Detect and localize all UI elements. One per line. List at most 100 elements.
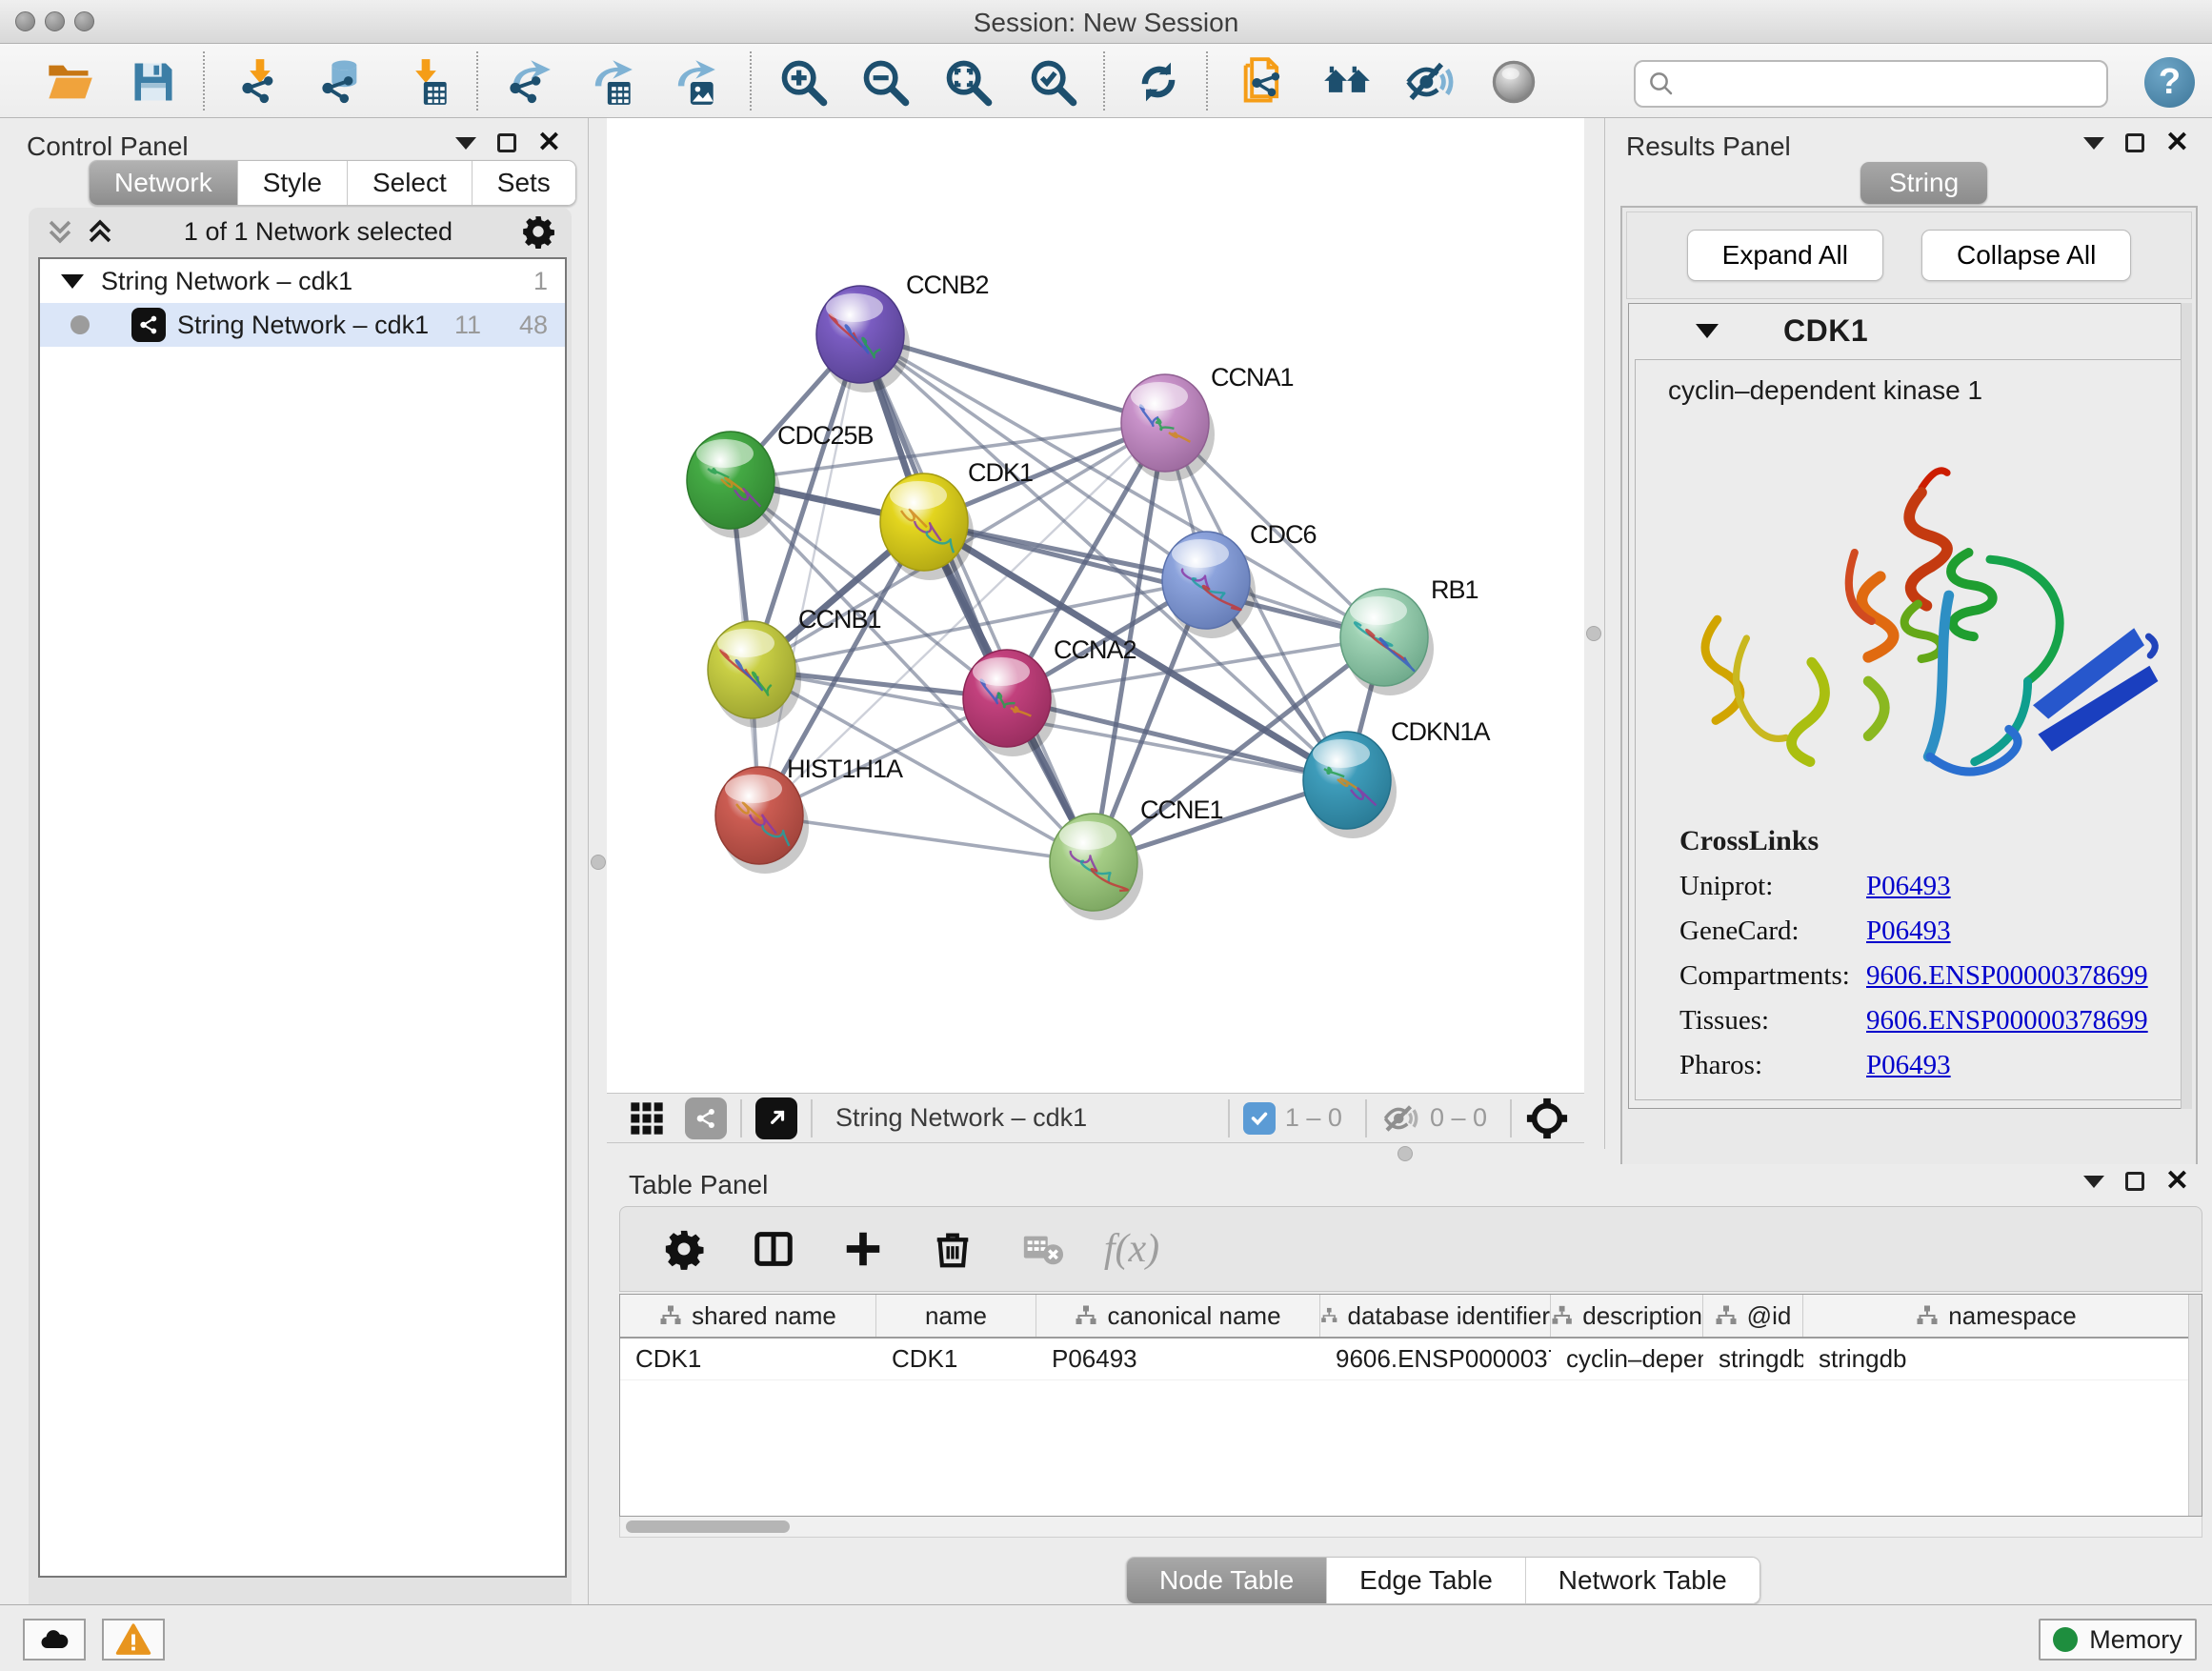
results-scrollbar[interactable] [2181, 303, 2192, 1109]
search-box[interactable] [1634, 60, 2108, 108]
column-header-shared-name[interactable]: shared name [620, 1295, 876, 1337]
column-header-database-identifier[interactable]: database identifier [1320, 1295, 1551, 1337]
tab-select[interactable]: Select [348, 161, 473, 205]
import-database-icon[interactable] [312, 54, 368, 110]
delete-rows-icon[interactable] [927, 1223, 978, 1275]
export-table-icon[interactable] [582, 54, 637, 110]
tab-network-table[interactable]: Network Table [1526, 1558, 1760, 1603]
share-document-icon[interactable] [1235, 54, 1290, 110]
node-HIST1H1A[interactable]: HIST1H1A [715, 755, 903, 874]
node-CCNB1[interactable]: CCNB1 [708, 605, 881, 728]
split-columns-icon[interactable] [748, 1223, 799, 1275]
help-icon[interactable]: ? [2144, 57, 2195, 108]
network-home-icon[interactable] [1319, 54, 1375, 110]
tab-node-table[interactable]: Node Table [1127, 1558, 1327, 1603]
panel-close-icon[interactable]: ✕ [2165, 133, 2189, 152]
collapse-all-icon[interactable] [44, 215, 76, 248]
table-gear-icon[interactable] [658, 1223, 710, 1275]
panel-float-icon[interactable] [2125, 133, 2144, 152]
network-options-gear-icon[interactable] [520, 213, 556, 250]
tab-style[interactable]: Style [238, 161, 348, 205]
birdseye-grid-icon[interactable] [628, 1099, 666, 1137]
zoom-in-icon[interactable] [775, 54, 831, 110]
table-vertical-scrollbar[interactable] [2188, 1295, 2202, 1516]
collapse-section-icon[interactable] [1696, 324, 1719, 338]
table-tabs: Node TableEdge TableNetwork Table [1126, 1557, 1760, 1604]
column-header-canonical-name[interactable]: canonical name [1036, 1295, 1320, 1337]
warning-status-button[interactable] [102, 1619, 165, 1661]
tab-sets[interactable]: Sets [473, 161, 575, 205]
node-label-CCNA2: CCNA2 [1054, 635, 1136, 664]
export-network-icon[interactable] [500, 54, 555, 110]
column-header-description[interactable]: description [1551, 1295, 1703, 1337]
control-panel: Control Panel ✕ NetworkStyleSelectSets 1… [0, 118, 589, 1604]
panel-float-icon[interactable] [2125, 1172, 2144, 1191]
refresh-icon[interactable] [1131, 54, 1186, 110]
table-horizontal-scrollbar[interactable] [619, 1517, 2202, 1538]
horizontal-splitter-handle[interactable] [1398, 1146, 1413, 1161]
panel-close-icon[interactable]: ✕ [537, 133, 561, 152]
import-network-icon[interactable] [232, 54, 288, 110]
tab-edge-table[interactable]: Edge Table [1327, 1558, 1526, 1603]
fit-selected-crosshair-icon[interactable] [1525, 1097, 1569, 1140]
gray-orb-icon[interactable] [1486, 54, 1541, 110]
tab-network[interactable]: Network [90, 161, 238, 205]
search-input[interactable] [1685, 69, 2106, 100]
zoom-out-icon[interactable] [857, 54, 913, 110]
table-row[interactable]: CDK1CDK1P064939606.ENSP00000378699cyclin… [620, 1339, 2202, 1380]
panel-minimize-icon[interactable] [455, 137, 476, 150]
panel-close-icon[interactable]: ✕ [2165, 1172, 2189, 1191]
network-collection-row[interactable]: String Network – cdk1 1 [40, 259, 565, 303]
string-style-icon[interactable] [685, 1097, 727, 1139]
expand-all-button[interactable]: Expand All [1687, 230, 1883, 281]
network-selection-status: 1 of 1 Network selected [116, 217, 520, 247]
crosslink-link[interactable]: P06493 [1866, 1050, 1951, 1080]
node-CDC6[interactable]: CDC6 [1162, 520, 1317, 638]
hide-unhide-icon[interactable] [1401, 54, 1457, 110]
save-session-icon[interactable] [126, 54, 181, 110]
crosslink-link[interactable]: P06493 [1866, 916, 1951, 946]
node-CCNE1[interactable]: CCNE1 [1050, 795, 1223, 920]
crosslink-link[interactable]: P06493 [1866, 871, 1951, 901]
import-table-icon[interactable] [398, 54, 453, 110]
network-row-selected[interactable]: String Network – cdk1 11 48 [40, 303, 565, 347]
selected-checkbox-icon[interactable] [1243, 1102, 1276, 1135]
column-header-namespace[interactable]: namespace [1803, 1295, 2190, 1337]
hidden-counts: 0 – 0 [1430, 1103, 1487, 1133]
hidden-eye-icon[interactable] [1380, 1098, 1420, 1138]
panel-minimize-icon[interactable] [2083, 1176, 2104, 1188]
zoom-selected-icon[interactable] [1025, 54, 1080, 110]
protein-section: CDK1 cyclin–dependent kinase 1 [1628, 303, 2190, 1109]
right-splitter-handle[interactable] [1586, 626, 1601, 641]
tab-string[interactable]: String [1860, 162, 1987, 204]
add-column-icon[interactable] [837, 1223, 889, 1275]
column-header-name[interactable]: name [876, 1295, 1036, 1337]
node-CDK1[interactable]: CDK1 [880, 458, 1033, 580]
node-CDKN1A[interactable]: CDKN1A [1303, 717, 1491, 838]
network-canvas[interactable]: CCNB2CCNA1CDC25BCDK1CDC6RB1CCNB1CCNA2CDK… [607, 118, 1584, 1093]
memory-button[interactable]: Memory [2039, 1619, 2197, 1661]
cloud-status-button[interactable] [23, 1619, 86, 1661]
collapse-all-button[interactable]: Collapse All [1921, 230, 2131, 281]
collapse-network-icon[interactable] [61, 274, 84, 289]
node-RB1[interactable]: RB1 [1340, 575, 1478, 695]
network-view-toolbar: String Network – cdk1 1 – 0 0 – 0 [607, 1093, 1584, 1143]
zoom-fit-icon[interactable] [940, 54, 995, 110]
panel-float-icon[interactable] [497, 133, 516, 152]
table-panel: Table Panel ✕ f(x) shared namenamecanoni… [589, 1164, 2212, 1604]
node-CCNA2[interactable]: CCNA2 [963, 635, 1136, 756]
open-file-icon[interactable] [42, 54, 97, 110]
network-count: 1 [533, 267, 548, 296]
crosslink-link[interactable]: 9606.ENSP00000378699 [1866, 960, 2148, 991]
table-cell: cyclin–dependent ... [1551, 1339, 1703, 1379]
panel-minimize-icon[interactable] [2083, 137, 2104, 150]
expand-all-icon[interactable] [84, 215, 116, 248]
crosslink-link[interactable]: 9606.ENSP00000378699 [1866, 1005, 2148, 1036]
column-header--id[interactable]: @id [1703, 1295, 1803, 1337]
node-label-CDK1: CDK1 [968, 458, 1033, 487]
scrollbar-thumb[interactable] [626, 1520, 790, 1533]
open-in-window-icon[interactable] [755, 1097, 797, 1139]
export-image-icon[interactable] [665, 54, 720, 110]
left-splitter-handle[interactable] [591, 855, 606, 870]
table-cell: 9606.ENSP00000378699 [1320, 1339, 1551, 1379]
